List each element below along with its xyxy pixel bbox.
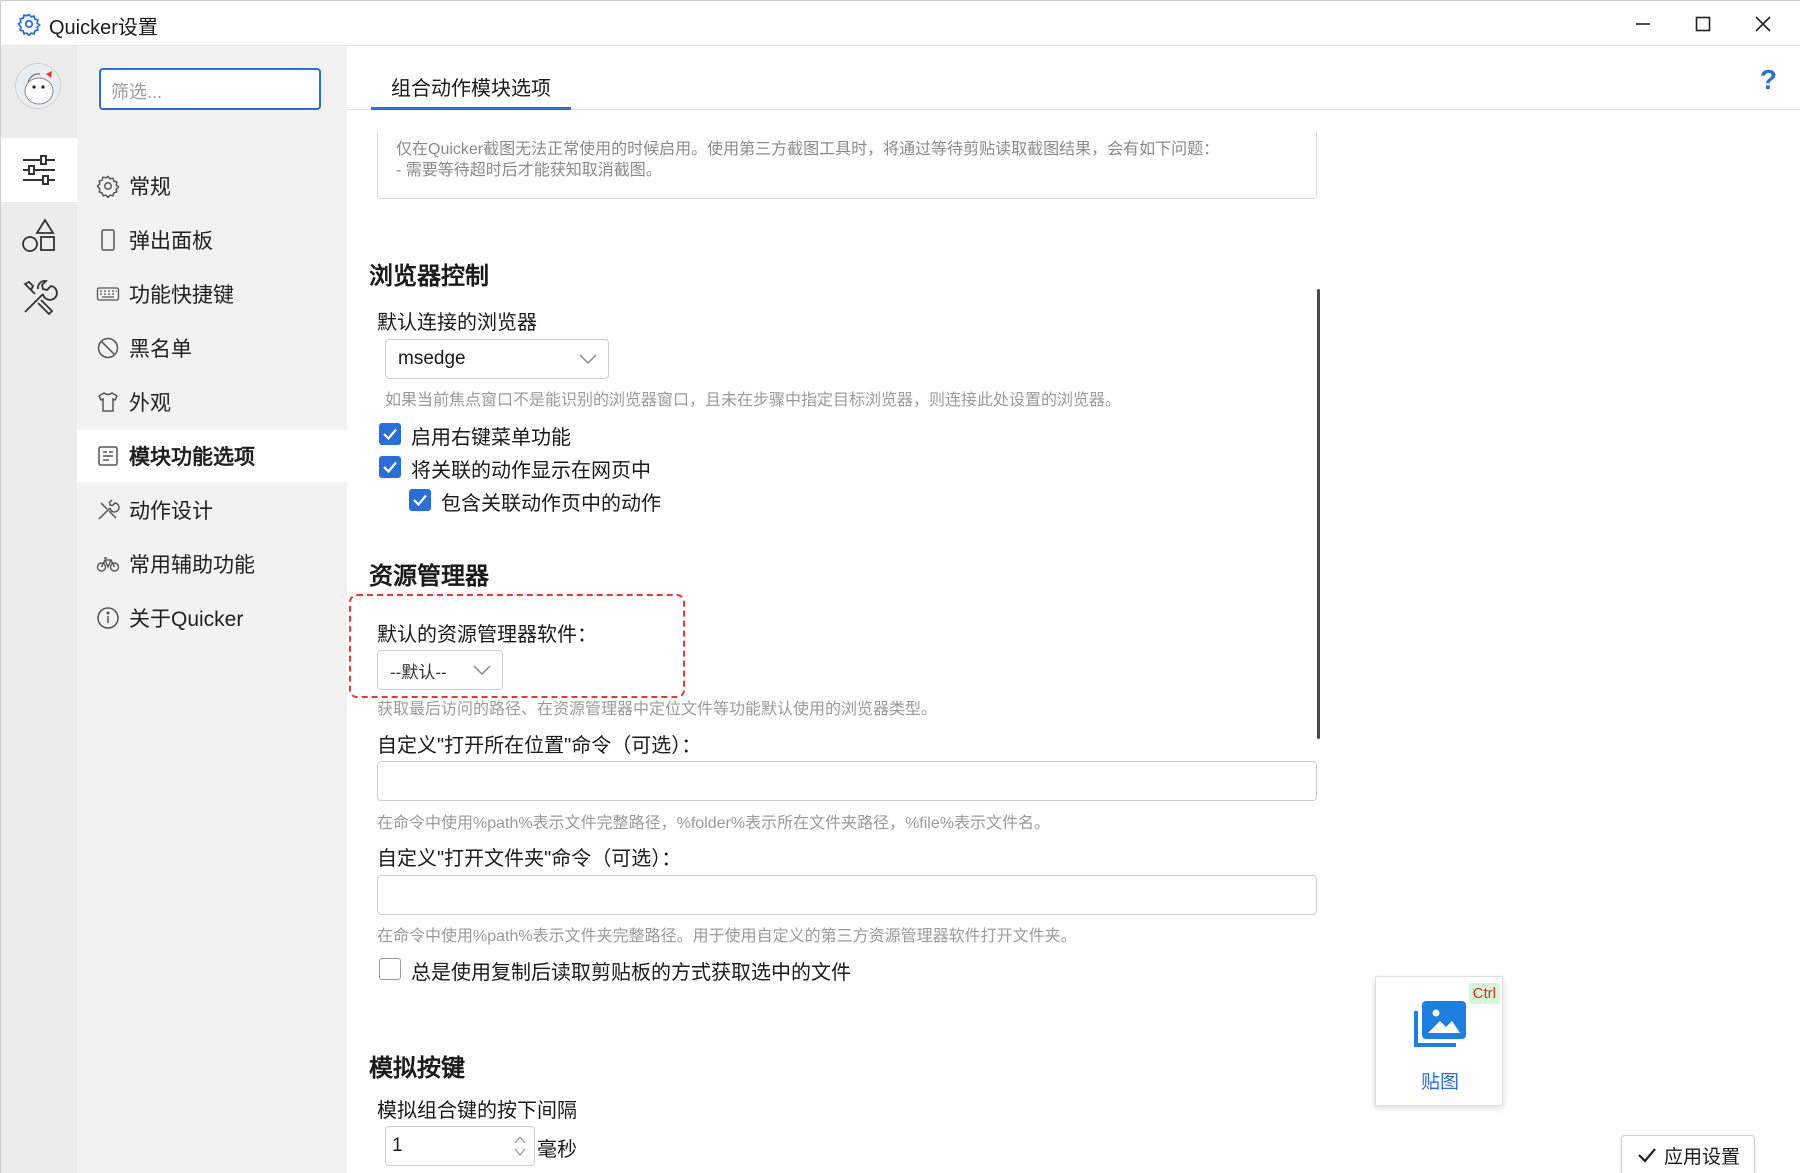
window-title: Quicker设置 — [49, 17, 158, 39]
nav-item-appearance[interactable]: 外观 — [77, 376, 347, 428]
scrollbar-thumb[interactable] — [1317, 289, 1320, 739]
settings-window: Quicker设置 筛选... 常规 弹出面板 功能快捷键 黑名单 外观 模块功… — [0, 0, 1800, 1173]
avatar[interactable] — [15, 63, 61, 109]
rail-tools[interactable] — [1, 266, 77, 330]
panel-icon — [101, 229, 115, 251]
description-line: 仅在Quicker截图无法正常使用的时候启用。使用第三方截图工具时，将通过等待剪… — [396, 141, 1220, 158]
default-explorer-select[interactable]: --默认-- — [377, 650, 503, 690]
chevron-down-icon — [473, 665, 491, 676]
open-folder-input[interactable] — [377, 875, 1317, 915]
screenshot-description: 仅在Quicker截图无法正常使用的时候启用。使用第三方截图工具时，将通过等待剪… — [377, 131, 1317, 199]
keyboard-icon — [96, 287, 120, 301]
default-explorer-hint: 获取最后访问的路径、在资源管理器中定位文件等功能默认使用的浏览器类型。 — [377, 701, 938, 718]
maximize-icon — [1695, 16, 1711, 31]
open-location-hint: 在命令中使用%path%表示文件完整路径，%folder%表示所在文件夹路径，%… — [377, 815, 1050, 832]
default-explorer-label: 默认的资源管理器软件： — [377, 624, 597, 646]
maximize-button[interactable] — [1673, 1, 1733, 46]
check-icon — [383, 428, 397, 441]
show-actions-in-page-label: 将关联的动作显示在网页中 — [411, 460, 651, 482]
section-title-browser: 浏览器控制 — [369, 263, 489, 290]
nav-item-label: 黑名单 — [129, 338, 192, 361]
design-icon — [98, 499, 120, 520]
bike-icon — [96, 557, 120, 572]
rail-settings[interactable] — [1, 138, 77, 202]
paste-image-tile[interactable]: Ctrl 贴图 — [1375, 976, 1503, 1106]
tab-bar: 组合动作模块选项 ? — [347, 46, 1800, 110]
nav-item-label: 外观 — [129, 392, 171, 415]
gear-icon — [17, 13, 41, 36]
key-interval-unit: 毫秒 — [537, 1139, 577, 1161]
section-title-keys: 模拟按键 — [369, 1055, 465, 1082]
default-explorer-value: --默认-- — [390, 662, 447, 682]
minimize-button[interactable] — [1613, 1, 1673, 46]
info-icon — [97, 607, 119, 629]
copy-selection-label: 总是使用复制后读取剪贴板的方式获取选中的文件 — [411, 962, 851, 984]
key-interval-value: 1 — [392, 1135, 403, 1156]
open-location-input[interactable] — [377, 761, 1317, 801]
default-browser-select[interactable]: msedge — [385, 339, 609, 379]
sliders-icon — [23, 155, 55, 185]
default-browser-label: 默认连接的浏览器 — [377, 312, 537, 334]
avatar-image — [16, 64, 60, 108]
nav-item-action-design[interactable]: 动作设计 — [77, 484, 347, 536]
checkmark-icon — [1638, 1148, 1656, 1163]
key-interval-label: 模拟组合键的按下间隔 — [377, 1100, 577, 1122]
nav-item-popup-panel[interactable]: 弹出面板 — [77, 214, 347, 266]
nav-item-label: 模块功能选项 — [129, 446, 255, 469]
tools-icon — [23, 280, 58, 316]
chevron-down-icon — [579, 354, 597, 365]
section-title-explorer: 资源管理器 — [369, 563, 489, 590]
nav-item-module-options[interactable]: 模块功能选项 — [77, 430, 347, 482]
description-line: - 需要等待超时后才能获知取消截图。 — [396, 162, 662, 179]
check-icon — [413, 494, 427, 507]
ctrl-badge: Ctrl — [1468, 983, 1500, 1004]
nav-item-hotkeys[interactable]: 功能快捷键 — [77, 268, 347, 320]
content-area: 组合动作模块选项 ? 仅在Quicker截图无法正常使用的时候启用。使用第三方截… — [347, 46, 1800, 1173]
nav-item-label: 常用辅助功能 — [129, 554, 255, 577]
nav-item-label: 常规 — [129, 176, 171, 199]
nav-item-label: 弹出面板 — [129, 230, 213, 253]
open-folder-label: 自定义"打开文件夹"命令（可选）： — [377, 848, 682, 870]
module-icon — [98, 446, 118, 466]
nav-item-general[interactable]: 常规 — [77, 160, 347, 212]
nav-item-label: 关于Quicker — [129, 608, 244, 631]
close-icon — [1755, 15, 1771, 32]
default-browser-hint: 如果当前焦点窗口不是能识别的浏览器窗口，且未在步骤中指定目标浏览器，则连接此处设… — [385, 392, 1122, 409]
include-related-actions-checkbox[interactable] — [409, 489, 431, 511]
help-button[interactable]: ? — [1760, 64, 1777, 96]
nav-item-blacklist[interactable]: 黑名单 — [77, 322, 347, 374]
include-related-actions-label: 包含关联动作页中的动作 — [441, 493, 661, 515]
context-menu-checkbox[interactable] — [379, 423, 401, 445]
icon-rail — [1, 46, 77, 1173]
apply-settings-button[interactable]: 应用设置 — [1621, 1135, 1755, 1173]
image-folder-icon — [1414, 1001, 1466, 1047]
spinner-arrows-icon[interactable] — [510, 1131, 530, 1161]
nav-item-label: 动作设计 — [129, 500, 213, 523]
tab-combo-module-options[interactable]: 组合动作模块选项 — [371, 60, 571, 110]
paste-image-label: 贴图 — [1420, 1072, 1459, 1093]
rail-shapes[interactable] — [1, 204, 77, 268]
title-bar: Quicker设置 — [1, 1, 1800, 46]
shapes-icon — [22, 218, 55, 252]
shirt-icon — [98, 392, 118, 412]
check-icon — [383, 461, 397, 474]
key-interval-input[interactable]: 1 — [385, 1126, 535, 1166]
apply-settings-label: 应用设置 — [1663, 1146, 1740, 1168]
nav-item-label: 功能快捷键 — [129, 284, 234, 307]
nav-item-accessibility[interactable]: 常用辅助功能 — [77, 538, 347, 590]
gear-icon — [96, 175, 120, 198]
copy-selection-checkbox[interactable] — [379, 958, 401, 980]
open-location-label: 自定义"打开所在位置"命令（可选）： — [377, 735, 702, 757]
open-folder-hint: 在命令中使用%path%表示文件夹完整路径。用于使用自定义的第三方资源管理器软件… — [377, 928, 1077, 945]
nav-item-about[interactable]: 关于Quicker — [77, 592, 347, 644]
settings-nav: 筛选... 常规 弹出面板 功能快捷键 黑名单 外观 模块功能选项 动作设计 常… — [77, 46, 347, 1173]
blocked-icon — [97, 337, 119, 359]
show-actions-in-page-checkbox[interactable] — [379, 456, 401, 478]
default-browser-value: msedge — [398, 348, 466, 369]
close-button[interactable] — [1733, 1, 1793, 46]
filter-input[interactable]: 筛选... — [99, 68, 321, 110]
context-menu-checkbox-label: 启用右键菜单功能 — [411, 427, 571, 449]
minimize-icon — [1636, 22, 1650, 25]
